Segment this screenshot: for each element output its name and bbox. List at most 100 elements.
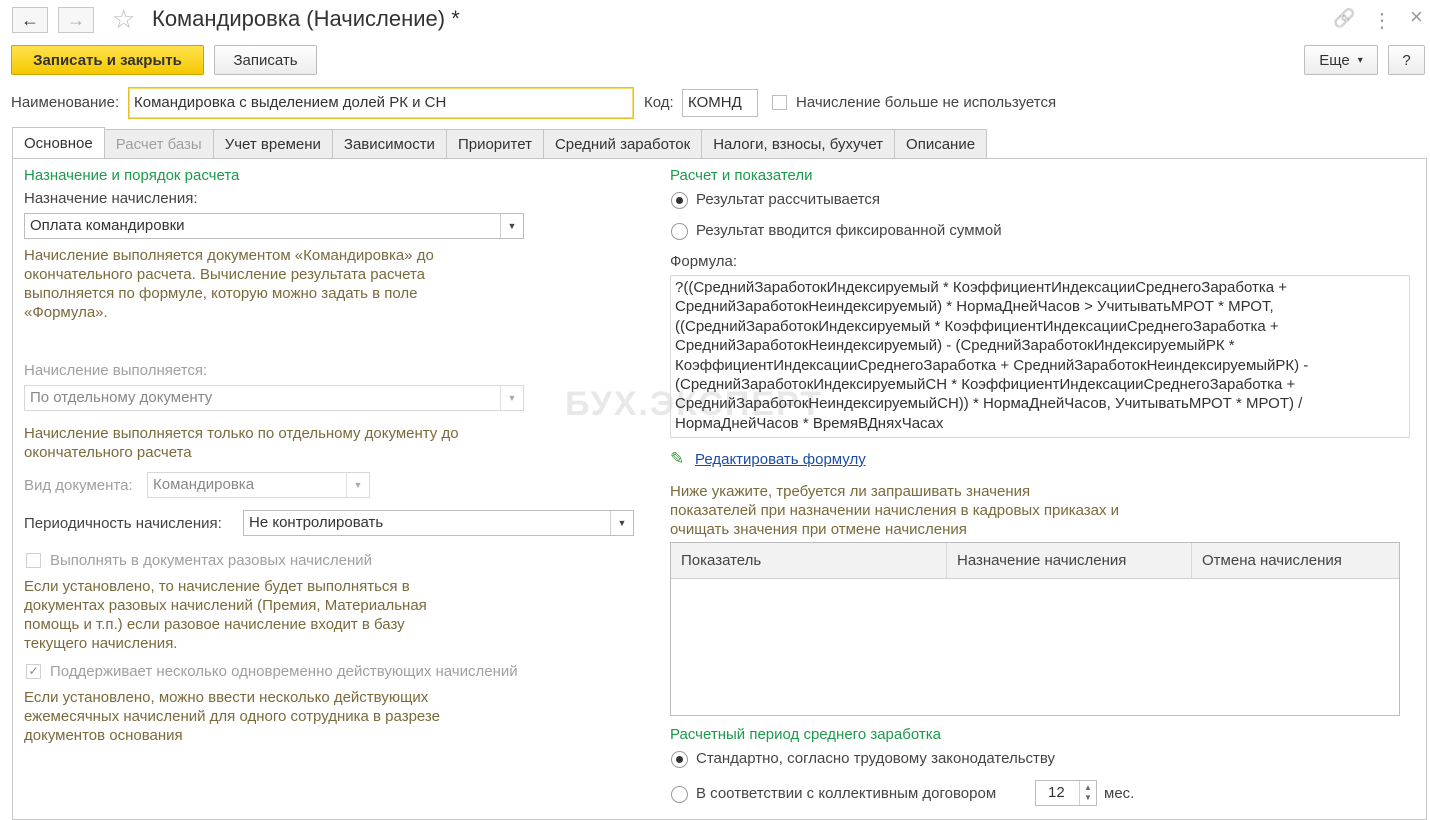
doc-type-value: Командировка [153, 476, 255, 493]
hint-line: выполняется по формуле, которую можно за… [24, 285, 418, 302]
hint-line: текущего начисления. [24, 635, 178, 652]
radio-standard-label: Стандартно, согласно трудовому законодат… [696, 750, 1056, 767]
column-header-cancel[interactable]: Отмена начисления [1192, 543, 1399, 578]
column-header-assignment[interactable]: Назначение начисления [947, 543, 1192, 578]
multi-checkbox: ✓ [26, 664, 41, 679]
more-button-label: Еще [1319, 51, 1350, 69]
radio-result-calculated[interactable] [671, 192, 688, 209]
tab-average-earnings[interactable]: Средний заработок [542, 129, 703, 159]
chevron-down-icon: ▼ [346, 473, 369, 497]
forward-button[interactable]: → [58, 7, 94, 33]
hint-line: Начисление выполняется только по отдельн… [24, 425, 459, 442]
more-button[interactable]: Еще ▾ [1304, 45, 1378, 75]
doc-type-label: Вид документа: [24, 477, 133, 494]
page-title: Командировка (Начисление) * [152, 6, 460, 31]
purpose-hint: Начисление выполняется документом «Коман… [24, 246, 434, 322]
link-icon[interactable]: 🔗 [1333, 8, 1355, 29]
purpose-select-value: Оплата командировки [30, 217, 185, 234]
hint-line: документах разовых начислений (Премия, М… [24, 597, 427, 614]
hint-line: окончательного расчета. Вычисление резул… [24, 266, 425, 283]
hint-line: Если установлено, можно ввести несколько… [24, 689, 429, 706]
unused-label: Начисление больше не используется [796, 94, 1057, 111]
period-select-value: Не контролировать [249, 514, 384, 531]
name-input[interactable]: Командировка с выделением долей РК и СН [128, 87, 634, 119]
hint-line: «Формула». [24, 304, 108, 321]
formula-line: КоэффициентИндексацииСреднегоЗаработка +… [675, 356, 1309, 374]
help-button[interactable]: ? [1388, 45, 1425, 75]
hint-line: окончательного расчета [24, 444, 192, 461]
indicators-table[interactable]: Показатель Назначение начисления Отмена … [670, 542, 1400, 716]
doc-type-select: Командировка ▼ [147, 472, 370, 498]
hint-line: помощь и т.п.) если разовое начисление в… [24, 616, 405, 633]
months-unit: мес. [1104, 785, 1135, 802]
close-icon[interactable]: × [1410, 4, 1423, 30]
period-select[interactable]: Не контролировать ▼ [243, 510, 634, 536]
tab-time-accounting[interactable]: Учет времени [212, 129, 333, 159]
chevron-down-icon: ▼ [500, 214, 523, 238]
column-header-indicator[interactable]: Показатель [671, 543, 947, 578]
more-vertical-icon[interactable]: ⋮ [1372, 8, 1392, 33]
tab-priority[interactable]: Приоритет [445, 129, 544, 159]
chevron-down-icon: ▼ [500, 386, 523, 410]
oneoff-hint: Если установлено, то начисление будет вы… [24, 577, 427, 653]
oneoff-label: Выполнять в документах разовых начислени… [50, 552, 372, 569]
months-value: 12 [1048, 784, 1065, 801]
formula-line: ?((СреднийЗаработокИндексируемый * Коэфф… [675, 279, 1287, 296]
formula-label: Формула: [670, 253, 738, 270]
favorite-star-icon[interactable]: ☆ [112, 4, 135, 35]
save-and-close-button[interactable]: Записать и закрыть [11, 45, 204, 75]
hint-line: Если установлено, то начисление будет вы… [24, 578, 410, 595]
save-button[interactable]: Записать [214, 45, 317, 75]
exec-select-value: По отдельному документу [30, 389, 213, 406]
radio-standard[interactable] [671, 751, 688, 768]
period-label: Периодичность начисления: [24, 515, 222, 532]
tab-bar: Основное Расчет базы Учет времени Зависи… [12, 127, 988, 159]
hint-line: ежемесячных начислений для одного сотруд… [24, 708, 440, 725]
oneoff-checkbox [26, 553, 41, 568]
purpose-group-title: Назначение и порядок расчета [24, 167, 240, 184]
arrow-right-icon: → [67, 9, 85, 30]
formula-line: (СреднийЗаработокИндексируемыйСН * Коэфф… [675, 376, 1296, 394]
radio-collective[interactable] [671, 786, 688, 803]
code-label: Код: [644, 94, 674, 111]
back-button[interactable]: ← [12, 7, 48, 33]
hint-line: Ниже укажите, требуется ли запрашивать з… [670, 483, 1031, 500]
exec-select: По отдельному документу ▼ [24, 385, 524, 411]
exec-hint: Начисление выполняется только по отдельн… [24, 424, 459, 462]
hint-line: очищать значения при отмене начисления [670, 521, 967, 538]
stepper-arrows-icon[interactable]: ▲ ▼ [1079, 781, 1096, 805]
hint-line: Начисление выполняется документом «Коман… [24, 247, 434, 264]
tab-main[interactable]: Основное [12, 127, 105, 159]
radio-result-fixed[interactable] [671, 223, 688, 240]
radio-collective-label: В соответствии с коллективным договором [696, 785, 997, 802]
formula-line: НормаДнейЧасов * ВремяВДняхЧасах [675, 414, 944, 432]
indicators-hint: Ниже укажите, требуется ли запрашивать з… [670, 482, 1119, 539]
purpose-label: Назначение начисления: [24, 190, 198, 207]
chevron-down-icon: ▼ [610, 511, 633, 535]
multi-hint: Если установлено, можно ввести несколько… [24, 688, 440, 745]
purpose-select[interactable]: Оплата командировки ▼ [24, 213, 524, 239]
formula-field[interactable]: ?((СреднийЗаработокИндексируемый * Коэфф… [670, 275, 1410, 438]
code-input[interactable]: КОМНД [682, 89, 758, 117]
formula-line: ((СреднийЗаработокИндексируемый * Коэффи… [675, 317, 1279, 335]
tab-dependencies[interactable]: Зависимости [331, 129, 447, 159]
edit-formula-link[interactable]: Редактировать формулу [695, 451, 866, 468]
hint-line: показателей при назначении начисления в … [670, 502, 1120, 519]
tab-base-calc[interactable]: Расчет базы [103, 129, 214, 159]
exec-label: Начисление выполняется: [24, 362, 208, 379]
calc-group-title: Расчет и показатели [670, 167, 813, 184]
radio-result-calculated-label: Результат рассчитывается [696, 191, 881, 208]
formula-line: СреднийЗаработокНеиндексируемыйСН)) * Но… [675, 395, 1303, 413]
tab-taxes[interactable]: Налоги, взносы, бухучет [701, 129, 896, 159]
avg-period-group-title: Расчетный период среднего заработка [670, 726, 941, 743]
chevron-down-icon: ▾ [1357, 54, 1363, 66]
formula-line: СреднийЗаработокНеиндексируемый) - (Сред… [675, 337, 1235, 355]
unused-checkbox[interactable] [772, 95, 787, 110]
hint-line: документов основания [24, 727, 183, 744]
multi-label: Поддерживает несколько одновременно дейс… [50, 663, 518, 680]
formula-line: СреднийЗаработокНеиндексируемый) * Норма… [675, 298, 1274, 316]
radio-result-fixed-label: Результат вводится фиксированной суммой [696, 222, 1002, 239]
name-label: Наименование: [11, 94, 120, 111]
months-stepper[interactable]: 12 ▲ ▼ [1035, 780, 1097, 806]
tab-description[interactable]: Описание [894, 129, 988, 159]
